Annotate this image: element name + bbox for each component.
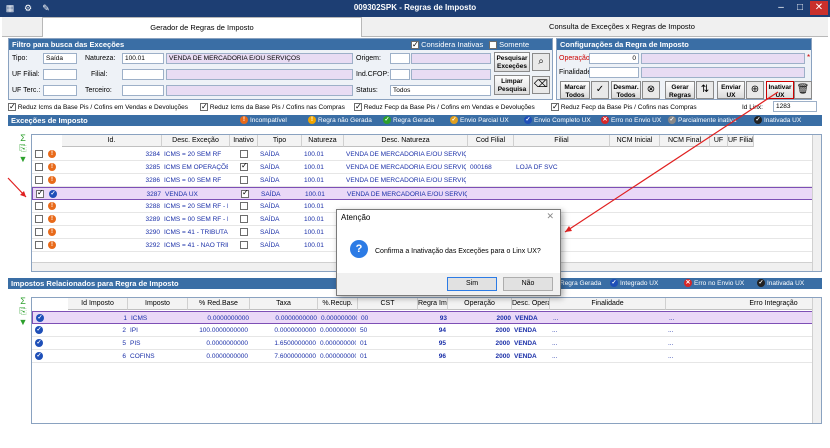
yes-button[interactable]: Sim: [447, 277, 497, 291]
confirm-dialog: Atenção ✕ ? Confirma a Inativação das Ex…: [336, 209, 561, 296]
arrow-to-dialog: [564, 91, 779, 233]
dialog-title: Atenção: [341, 213, 371, 222]
close-icon[interactable]: ✕: [546, 211, 554, 222]
dialog-message: Confirma a Inativação das Exceções para …: [375, 248, 541, 255]
no-button[interactable]: Não: [503, 277, 553, 291]
arrow-head-icon: [565, 226, 572, 232]
dialog-footer: Sim Não: [337, 273, 560, 295]
question-icon: ?: [350, 240, 368, 258]
